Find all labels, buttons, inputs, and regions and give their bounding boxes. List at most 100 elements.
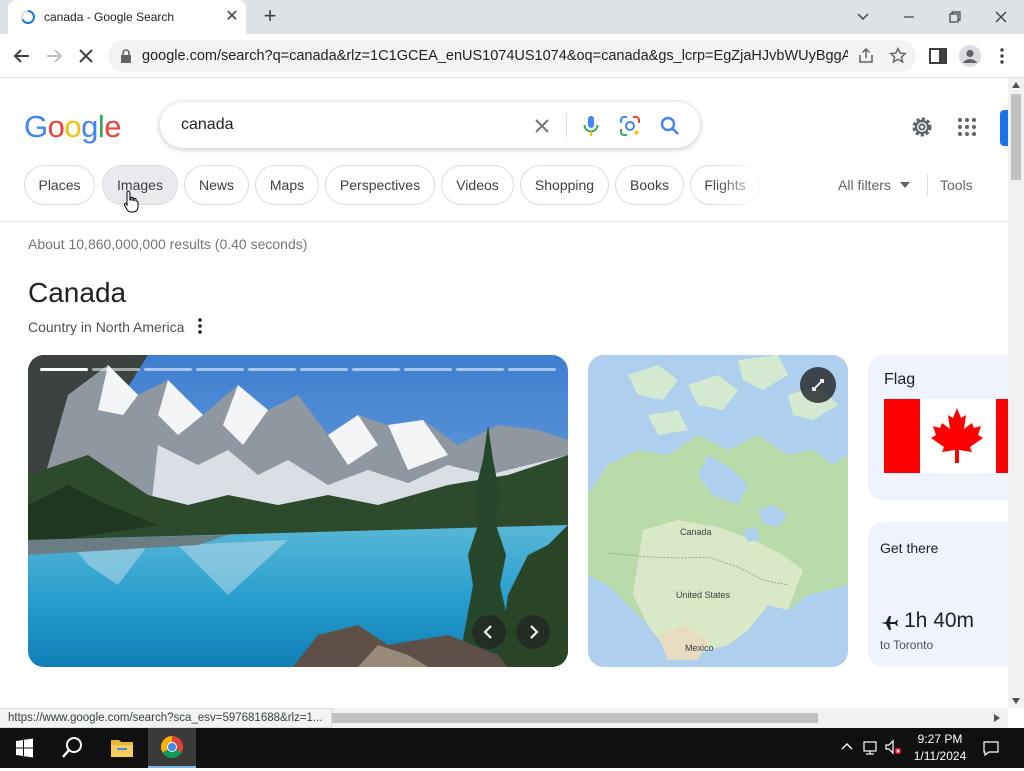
windows-start-icon[interactable] <box>0 728 48 768</box>
scroll-down-icon[interactable] <box>1012 698 1020 704</box>
chrome-menu-icon[interactable] <box>990 44 1014 68</box>
tray-chevron-up-icon[interactable] <box>838 738 856 756</box>
chip-perspectives[interactable]: Perspectives <box>325 165 435 205</box>
flag-label: Flag <box>884 371 916 388</box>
knowledge-panel-subtitle: Country in North America <box>28 319 185 335</box>
chrome-icon <box>161 736 183 758</box>
all-filters-button[interactable]: All filters <box>838 177 891 193</box>
header-divider <box>0 221 1008 222</box>
map-label-united-states: United States <box>676 590 731 600</box>
forward-arrow-icon[interactable] <box>40 42 68 70</box>
carousel-progress-segment <box>92 368 140 371</box>
google-apps-grid-icon[interactable] <box>956 116 978 138</box>
carousel-progress <box>40 368 556 371</box>
carousel-progress-segment <box>404 368 452 371</box>
chip-videos[interactable]: Videos <box>441 165 514 205</box>
chip-places[interactable]: Places <box>24 165 95 205</box>
knowledge-panel-title: Canada <box>28 277 127 308</box>
horizontal-scroll-thumb[interactable] <box>290 713 818 723</box>
minimize-button[interactable] <box>894 3 924 31</box>
url-text: google.com/search?q=canada&rlz=1C1GCEA_e… <box>142 48 848 64</box>
volume-muted-icon[interactable] <box>884 738 902 756</box>
network-icon[interactable] <box>862 738 880 756</box>
carousel-progress-segment <box>508 368 556 371</box>
carousel-next-button[interactable] <box>516 615 550 649</box>
clock-time: 9:27 PM <box>917 732 963 746</box>
chip-images[interactable]: Images <box>102 165 178 205</box>
browser-toolbar: google.com/search?q=canada&rlz=1C1GCEA_e… <box>0 34 1024 78</box>
flight-destination: to Toronto <box>880 638 934 652</box>
clear-icon[interactable] <box>530 114 554 138</box>
get-there-label: Get there <box>880 540 939 556</box>
tab-close-icon[interactable]: ✕ <box>222 7 242 27</box>
chip-shopping[interactable]: Shopping <box>520 165 609 205</box>
windows-taskbar: 9:27 PM 1/11/2024 <box>0 728 1024 768</box>
search-icon[interactable] <box>658 114 682 138</box>
taskbar-clock[interactable]: 9:27 PM 1/11/2024 <box>906 731 974 765</box>
mouse-cursor-hand-icon <box>123 190 139 213</box>
address-bar[interactable]: google.com/search?q=canada&rlz=1C1GCEA_e… <box>108 40 916 72</box>
taskbar-search-icon[interactable] <box>48 728 96 768</box>
tab-strip: canada - Google Search ✕ + <box>0 0 1024 34</box>
expand-map-icon[interactable] <box>800 367 836 403</box>
profile-avatar-icon[interactable] <box>958 44 982 68</box>
airplane-icon <box>881 616 898 630</box>
gear-icon[interactable] <box>909 114 935 140</box>
tab-search-chevron-icon[interactable] <box>848 3 878 31</box>
file-explorer-icon[interactable] <box>98 728 146 768</box>
map-label-mexico: Mexico <box>685 643 714 653</box>
carousel-progress-segment <box>352 368 400 371</box>
tab-title: canada - Google Search <box>44 10 175 24</box>
flag-card[interactable]: Flag <box>868 355 1008 500</box>
chip-news[interactable]: News <box>184 165 249 205</box>
canada-map[interactable]: Canada United States Mexico <box>588 355 848 667</box>
get-there-card[interactable]: Get there 1h 40m to Toronto <box>868 522 1008 667</box>
side-panel-icon[interactable] <box>926 44 950 68</box>
new-tab-button[interactable]: + <box>258 5 282 29</box>
browser-tab[interactable]: canada - Google Search ✕ <box>8 0 246 34</box>
google-logo[interactable]: Google <box>24 109 122 145</box>
search-results-page: Google canada Places Images News Maps Pe… <box>0 78 1008 708</box>
chip-books[interactable]: Books <box>615 165 684 205</box>
canada-flag-image <box>884 399 1008 473</box>
carousel-prev-button[interactable] <box>472 615 506 649</box>
search-box[interactable]: canada <box>160 102 700 148</box>
carousel-progress-segment <box>248 368 296 371</box>
notifications-icon[interactable] <box>982 739 1000 757</box>
map-image <box>588 355 848 667</box>
scroll-up-icon[interactable] <box>1012 82 1020 88</box>
tools-button[interactable]: Tools <box>940 177 973 193</box>
carousel-progress-segment <box>196 368 244 371</box>
back-arrow-icon[interactable] <box>8 42 36 70</box>
sign-in-button[interactable] <box>1000 110 1008 146</box>
close-window-button[interactable] <box>986 3 1016 31</box>
carousel-progress-segment <box>456 368 504 371</box>
loading-favicon-icon <box>21 10 35 24</box>
carousel-progress-segment <box>144 368 192 371</box>
status-bar-url: https://www.google.com/search?sca_esv=59… <box>0 708 332 728</box>
map-label-canada: Canada <box>680 527 712 537</box>
vertical-scroll-thumb[interactable] <box>1011 94 1021 180</box>
canada-photo-carousel[interactable] <box>28 355 568 667</box>
clock-date: 1/11/2024 <box>913 749 967 763</box>
scroll-right-icon[interactable] <box>994 714 1000 722</box>
chrome-taskbar-button[interactable] <box>148 728 196 768</box>
stop-loading-icon[interactable] <box>72 42 100 70</box>
bookmark-star-icon[interactable] <box>888 46 908 66</box>
search-input[interactable]: canada <box>181 116 234 134</box>
carousel-progress-segment <box>40 368 88 371</box>
flight-duration: 1h 40m <box>904 609 975 632</box>
lens-camera-icon[interactable] <box>618 114 642 138</box>
result-stats: About 10,860,000,000 results (0.40 secon… <box>28 236 308 252</box>
caret-down-icon <box>900 182 910 188</box>
search-box-divider <box>566 113 567 137</box>
chip-maps[interactable]: Maps <box>255 165 319 205</box>
restore-button[interactable] <box>940 3 970 31</box>
carousel-progress-segment <box>300 368 348 371</box>
vertical-scrollbar[interactable] <box>1008 78 1024 708</box>
share-icon[interactable] <box>856 46 876 66</box>
microphone-icon[interactable] <box>579 114 603 138</box>
filters-divider <box>927 174 928 196</box>
chips-fade-overlay <box>712 165 772 205</box>
more-options-icon[interactable] <box>192 316 208 336</box>
